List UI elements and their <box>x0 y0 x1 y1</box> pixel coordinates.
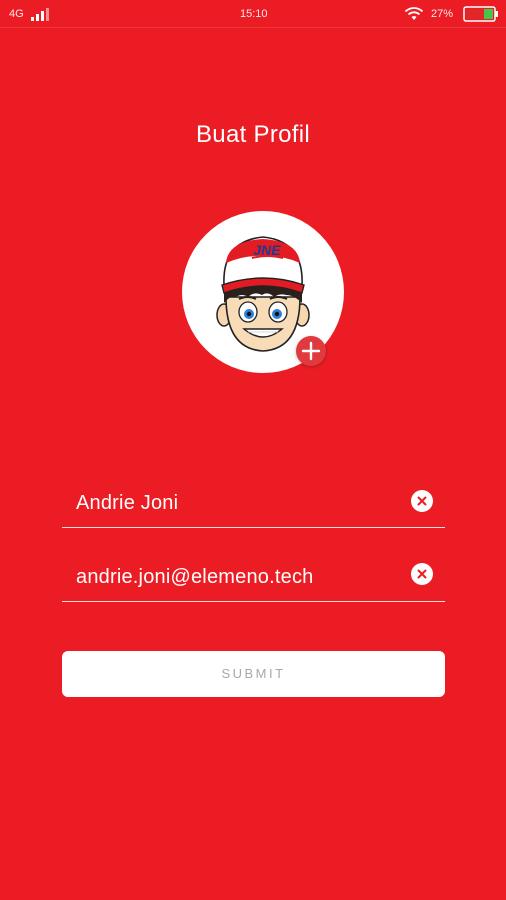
add-photo-button[interactable] <box>296 336 326 366</box>
submit-button[interactable]: SUBMIT <box>62 651 445 697</box>
battery-icon <box>463 6 498 22</box>
page-title: Buat Profil <box>195 121 311 148</box>
battery-percentage: 27% <box>431 8 454 20</box>
close-icon <box>417 496 427 506</box>
status-bar: 4G 15:10 27% <box>0 0 506 28</box>
name-field[interactable]: Andrie Joni <box>62 480 445 528</box>
close-icon <box>417 569 427 579</box>
network-type: 4G <box>9 8 24 20</box>
clear-name-button[interactable] <box>411 490 433 512</box>
plus-icon <box>301 341 321 361</box>
signal-icon <box>31 8 49 21</box>
email-input[interactable]: andrie.joni@elemeno.tech <box>76 566 313 589</box>
name-input[interactable]: Andrie Joni <box>76 492 178 515</box>
clear-email-button[interactable] <box>411 563 433 585</box>
clock: 15:10 <box>240 8 268 20</box>
email-field[interactable]: andrie.joni@elemeno.tech <box>62 554 445 602</box>
wifi-icon <box>404 7 424 20</box>
